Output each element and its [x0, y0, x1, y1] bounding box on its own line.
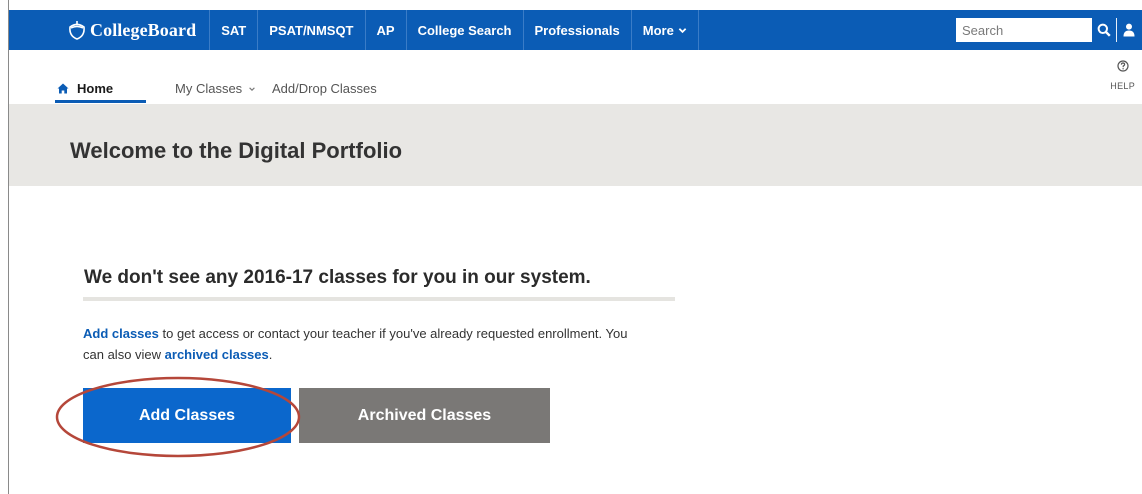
chevron-down-icon [678, 27, 687, 33]
help-icon [1117, 60, 1129, 72]
nav-item-psat[interactable]: PSAT/NMSQT [258, 10, 366, 50]
sub-navigation: Home My Classes Add/Drop Classes HELP [9, 50, 1142, 104]
top-navigation-bar: CollegeBoard SAT PSAT/NMSQT AP College S… [9, 10, 1142, 50]
nav-item-label: College Search [417, 22, 512, 38]
archived-classes-link[interactable]: archived classes [165, 347, 269, 362]
help-button[interactable]: HELP [1110, 60, 1135, 94]
nav-item-more[interactable]: More [632, 10, 699, 50]
tab-add-drop-classes[interactable]: Add/Drop Classes [272, 81, 377, 96]
collegeboard-logo[interactable]: CollegeBoard [9, 10, 211, 50]
user-account-button[interactable] [1117, 18, 1141, 42]
add-classes-button[interactable]: Add Classes [83, 388, 291, 443]
tab-home[interactable]: Home [57, 81, 113, 96]
archived-classes-button[interactable]: Archived Classes [299, 388, 550, 443]
nav-item-label: AP [376, 22, 395, 38]
page-title: Welcome to the Digital Portfolio [70, 138, 403, 163]
search-button[interactable] [1092, 18, 1116, 42]
nav-item-label: PSAT/NMSQT [269, 22, 354, 38]
nav-item-college-search[interactable]: College Search [407, 10, 524, 50]
section-divider [83, 297, 675, 301]
instruction-text: Add classes to get access or contact you… [83, 323, 643, 365]
app-frame: CollegeBoard SAT PSAT/NMSQT AP College S… [8, 0, 1142, 494]
tab-add-drop-label: Add/Drop Classes [272, 81, 377, 96]
page-header-band: Welcome to the Digital Portfolio [9, 104, 1142, 186]
top-right-tools [956, 10, 1141, 50]
chevron-down-icon [249, 86, 255, 91]
nav-item-label: Professionals [534, 22, 620, 38]
toolbar-divider [1116, 18, 1117, 42]
nav-item-label: More [642, 22, 674, 38]
instruction-text-end: . [268, 347, 273, 362]
brand-name: CollegeBoard [90, 19, 197, 40]
tab-home-label: Home [77, 81, 114, 96]
nav-item-professionals[interactable]: Professionals [524, 10, 632, 50]
tab-my-classes[interactable]: My Classes [175, 81, 256, 96]
help-label: HELP [1110, 81, 1135, 91]
active-tab-indicator [55, 100, 146, 103]
acorn-logo-icon [69, 21, 85, 40]
no-classes-message: We don't see any 2016-17 classes for you… [84, 267, 591, 288]
nav-item-ap[interactable]: AP [366, 10, 407, 50]
nav-item-label: SAT [221, 22, 247, 38]
add-classes-link[interactable]: Add classes [83, 326, 159, 341]
user-icon [1123, 23, 1135, 37]
search-icon [1097, 23, 1111, 37]
home-icon [57, 83, 69, 94]
tab-my-classes-label: My Classes [175, 81, 243, 96]
nav-item-sat[interactable]: SAT [210, 10, 259, 50]
search-input[interactable] [956, 18, 1092, 42]
